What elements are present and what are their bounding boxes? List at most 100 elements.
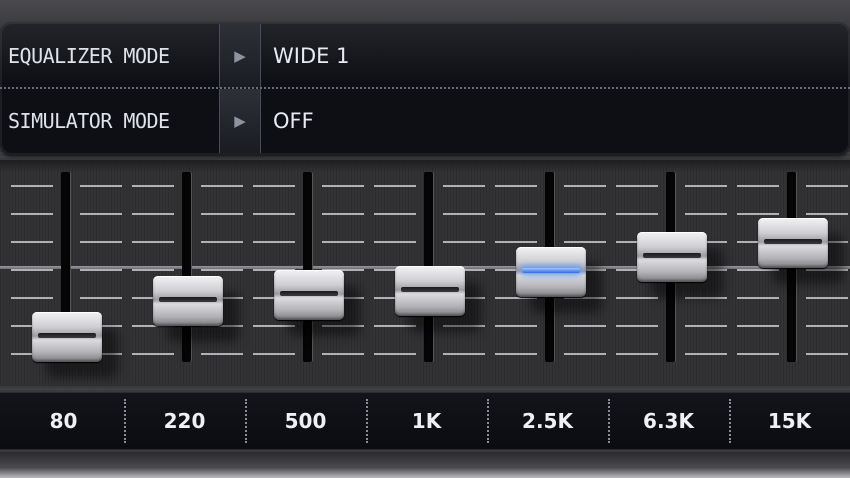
knob-body	[758, 218, 828, 268]
scale-tick	[11, 213, 53, 215]
slider-knob[interactable]	[637, 232, 723, 298]
label-separator	[245, 399, 247, 443]
scale-tick	[806, 297, 848, 299]
scale-tick	[322, 185, 364, 187]
equalizer-mode-label: EQUALIZER MODE	[8, 44, 170, 68]
eq-band	[3, 160, 124, 386]
scale-tick	[616, 185, 658, 187]
label-separator	[729, 399, 731, 443]
slider-knob[interactable]	[516, 247, 602, 313]
eq-sliders-panel	[0, 160, 850, 386]
scale-tick	[616, 353, 658, 355]
knob-indicator	[522, 268, 580, 273]
scale-tick	[443, 241, 485, 243]
scale-tick	[806, 353, 848, 355]
scale-tick	[80, 185, 122, 187]
scale-tick	[132, 213, 174, 215]
scale-tick	[374, 213, 416, 215]
scale-tick	[685, 325, 727, 327]
scale-tick	[616, 325, 658, 327]
simulator-mode-arrow-button[interactable]: ▶	[219, 89, 261, 153]
knob-body	[32, 312, 102, 362]
slider-knob[interactable]	[758, 218, 844, 284]
scale-tick	[806, 325, 848, 327]
label-separator	[487, 399, 489, 443]
scale-tick	[253, 353, 295, 355]
scale-tick	[616, 297, 658, 299]
scale-tick	[495, 213, 537, 215]
knob-indicator	[764, 239, 822, 244]
scale-tick	[201, 185, 243, 187]
scale-tick	[322, 213, 364, 215]
scale-tick	[201, 241, 243, 243]
scale-tick	[495, 185, 537, 187]
scale-tick	[564, 325, 606, 327]
equalizer-mode-arrow-button[interactable]: ▶	[219, 24, 261, 88]
simulator-mode-label: SIMULATOR MODE	[8, 109, 170, 133]
knob-body	[274, 270, 344, 320]
eq-band	[366, 160, 487, 386]
scale-tick	[80, 297, 122, 299]
play-arrow-icon: ▶	[234, 47, 246, 65]
scale-tick	[11, 185, 53, 187]
scale-tick	[201, 353, 243, 355]
scale-tick	[616, 213, 658, 215]
scale-tick	[443, 353, 485, 355]
scale-tick	[685, 213, 727, 215]
knob-indicator	[643, 253, 701, 258]
frequency-label: 6.3K	[643, 409, 694, 433]
slider-knob[interactable]	[395, 266, 481, 332]
knob-indicator	[401, 287, 459, 292]
scale-tick	[322, 241, 364, 243]
scale-tick	[374, 185, 416, 187]
mode-panel: EQUALIZER MODE ▶ WIDE 1 SIMULATOR MODE ▶…	[0, 22, 850, 155]
scale-tick	[11, 297, 53, 299]
scale-tick	[737, 353, 779, 355]
eq-band	[608, 160, 729, 386]
frequency-label: 500	[284, 409, 327, 433]
scale-tick	[374, 353, 416, 355]
scale-tick	[374, 241, 416, 243]
scale-tick	[685, 353, 727, 355]
scale-tick	[80, 241, 122, 243]
equalizer-window: EQUALIZER MODE ▶ WIDE 1 SIMULATOR MODE ▶…	[0, 0, 850, 478]
slider-knob[interactable]	[32, 312, 118, 378]
scale-tick	[564, 241, 606, 243]
scale-tick	[80, 269, 122, 271]
scale-tick	[495, 353, 537, 355]
knob-indicator	[280, 291, 338, 296]
bottom-bezel	[0, 452, 850, 478]
scale-tick	[685, 185, 727, 187]
scale-tick	[443, 213, 485, 215]
scale-tick	[737, 185, 779, 187]
label-separator	[366, 399, 368, 443]
scale-tick	[737, 297, 779, 299]
scale-tick	[11, 269, 53, 271]
frequency-label: 2.5K	[522, 409, 573, 433]
simulator-mode-value[interactable]: OFF	[273, 89, 314, 153]
scale-tick	[737, 213, 779, 215]
slider-knob[interactable]	[274, 270, 360, 336]
scale-tick	[564, 353, 606, 355]
scale-tick	[253, 185, 295, 187]
scale-tick	[737, 325, 779, 327]
scale-tick	[80, 213, 122, 215]
equalizer-mode-value[interactable]: WIDE 1	[273, 24, 349, 88]
scale-tick	[132, 353, 174, 355]
scale-tick	[201, 213, 243, 215]
scale-tick	[806, 185, 848, 187]
frequency-label: 1K	[411, 409, 442, 433]
scale-tick	[564, 213, 606, 215]
equalizer-mode-row: EQUALIZER MODE ▶ WIDE 1	[0, 24, 850, 88]
frequency-label-bar: 80 220 500 1K 2.5K 6.3K 15K	[0, 392, 850, 450]
eq-band	[124, 160, 245, 386]
scale-tick	[322, 353, 364, 355]
knob-indicator	[38, 333, 96, 338]
slider-knob[interactable]	[153, 276, 239, 342]
eq-band	[729, 160, 850, 386]
scale-tick	[443, 185, 485, 187]
knob-body	[153, 276, 223, 326]
scale-tick	[495, 325, 537, 327]
scale-tick	[132, 269, 174, 271]
scale-tick	[11, 241, 53, 243]
